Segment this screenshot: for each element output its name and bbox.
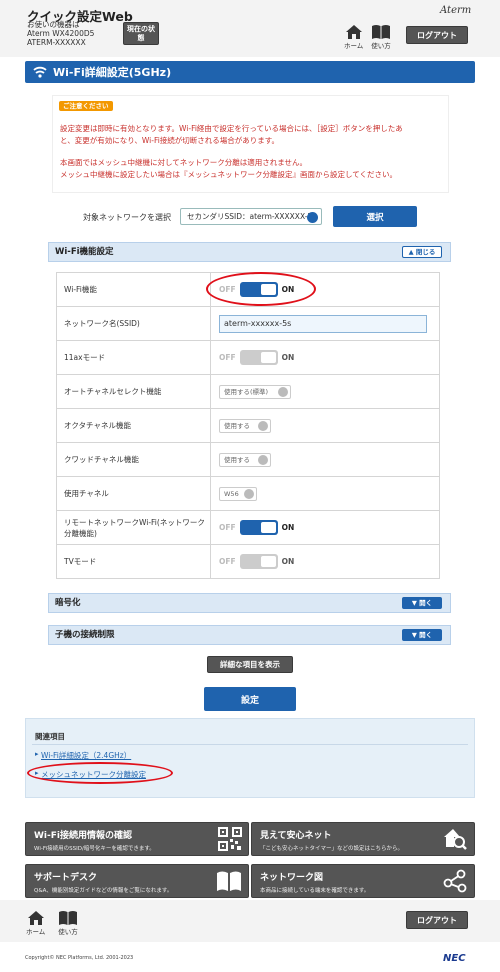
remote-network-toggle[interactable]: OFF ON [219,520,294,535]
table-row: リモートネットワークWi-Fi(ネットワーク分離機能) OFF ON [56,510,440,545]
table-row: 11axモード OFF ON [56,340,440,375]
copyright: Copyright© NEC Platforms, Ltd. 2001-2023 [25,955,134,961]
table-row: 使用チャネル W56 [56,476,440,511]
chevron-down-icon [244,488,254,499]
tile-mieru-anshin[interactable]: 見えて安心ネット 「こども安心ネットタイマー」などの設定はこちらから。 [251,822,475,856]
expand-button[interactable]: ▼ 開く [402,629,442,641]
table-row: クワッドチャネル機能 使用する [56,442,440,477]
house-search-icon [444,829,467,850]
row-label: 11axモード [56,340,211,375]
home-nav[interactable]: ホーム [26,910,45,936]
row-label: クワッドチャネル機能 [56,442,211,477]
notice-line: 本画面ではメッシュ中継機に対してネットワーク分離は適用されません。 [60,158,308,167]
network-icon [443,869,467,893]
status-button[interactable]: 現在の状態 [123,22,159,45]
link-wifi-24ghz[interactable]: Wi-Fi詳細設定（2.4GHz） [41,750,131,761]
auto-channel-select[interactable]: 使用する(標準) [219,384,291,399]
related-title: 関連項目 [35,732,65,741]
row-label: リモートネットワークWi-Fi(ネットワーク分離機能) [56,510,211,545]
tile-network-map[interactable]: ネットワーク図 本商品に接続している端末を確認できます。 [251,864,475,898]
table-row: オートチャネルセレクト機能 使用する(標準) [56,374,440,409]
tile-support-desk[interactable]: サポートデスク Q&A、機能別設定ガイドなどの情報をご覧になれます。 [25,864,249,898]
notice-line: メッシュ中継機に設定したい場合は『メッシュネットワーク分離設定』画面から設定して… [60,170,398,179]
collapse-button[interactable]: ▲ 閉じる [402,246,442,258]
row-label: TVモード [56,544,211,579]
11ax-toggle[interactable]: OFF ON [219,350,294,365]
chevron-down-icon [258,420,268,431]
row-label: オートチャネルセレクト機能 [56,374,211,409]
page-title-bar: Wi-Fi詳細設定(5GHz) [25,61,475,83]
select-network-button[interactable]: 選択 [333,206,417,227]
encryption-section-header[interactable]: 暗号化 ▼ 開く [48,593,451,613]
notice-line: と、変更が有効になり、Wi-Fi接続が切断される場合があります。 [60,136,280,145]
bullet-icon: ▸ [35,750,39,758]
help-nav[interactable]: 使い方 [371,24,391,50]
wifi-icon [33,66,47,78]
tv-mode-toggle[interactable]: OFF ON [219,554,294,569]
book-icon [372,25,390,39]
book-icon [59,911,77,925]
row-label: ネットワーク名(SSID) [56,306,211,341]
tile-wifi-info[interactable]: Wi-Fi接続用情報の確認 Wi-Fi接続用のSSID/暗号化キーを確認できます… [25,822,249,856]
nec-logo: NEC [443,953,466,964]
row-label: オクタチャネル機能 [56,408,211,443]
home-icon [27,911,44,925]
related-items: 関連項目 ▸ Wi-Fi詳細設定（2.4GHz） ▸ メッシュネットワーク分離設… [25,718,475,798]
client-limit-section-header[interactable]: 子機の接続制限 ▼ 開く [48,625,451,645]
wifi-section-header: Wi-Fi機能設定 ▲ 閉じる [48,242,451,262]
header: クイック設定Web お使いの機器は Aterm WX4200D5 ATERM-X… [0,0,500,57]
expand-button[interactable]: ▼ 開く [402,597,442,609]
row-label: 使用チャネル [56,476,211,511]
brand-logo: Aterm [440,5,472,16]
quad-channel-select[interactable]: 使用する [219,452,271,467]
wifi-settings-table: Wi-Fi機能 OFF ON ネットワーク名(SSID) aterm-xxxxx… [56,272,440,579]
network-select-label: 対象ネットワークを選択 [83,213,171,222]
home-icon [345,25,362,39]
device-info: お使いの機器は Aterm WX4200D5 ATERM-XXXXXX [27,20,95,47]
help-nav[interactable]: 使い方 [58,910,78,936]
highlight-ring [27,762,173,784]
table-row: オクタチャネル機能 使用する [56,408,440,443]
ssid-input[interactable]: aterm-xxxxxx-5s [219,314,427,333]
chevron-down-icon [258,454,268,465]
caution-badge: ご注意ください [59,101,113,111]
show-details-button[interactable]: 詳細な項目を表示 [207,656,293,673]
table-row: TVモード OFF ON [56,544,440,579]
logout-button[interactable]: ログアウト [406,911,468,929]
network-select-dropdown[interactable]: セカンダリSSID：aterm-XXXXXX-5s [180,208,322,225]
notice-line: 設定変更は即時に有効となります。Wi-Fi経由で設定を行っている場合には、［設定… [60,124,403,133]
table-row: ネットワーク名(SSID) aterm-xxxxxx-5s [56,306,440,341]
logout-button[interactable]: ログアウト [406,26,468,44]
chevron-down-icon [307,212,318,223]
home-nav[interactable]: ホーム [344,24,363,50]
channel-select[interactable]: W56 [219,486,257,501]
notice-box: ご注意ください 設定変更は即時に有効となります。Wi-Fi経由で設定を行っている… [52,95,449,193]
chevron-down-icon [278,386,288,397]
set-button[interactable]: 設定 [204,687,296,711]
octa-channel-select[interactable]: 使用する [219,418,271,433]
qr-code-icon [218,827,242,851]
book-icon [217,871,241,891]
highlight-ring [206,272,316,306]
row-label: Wi-Fi機能 [56,272,211,307]
page-title: Wi-Fi詳細設定(5GHz) [53,66,172,79]
